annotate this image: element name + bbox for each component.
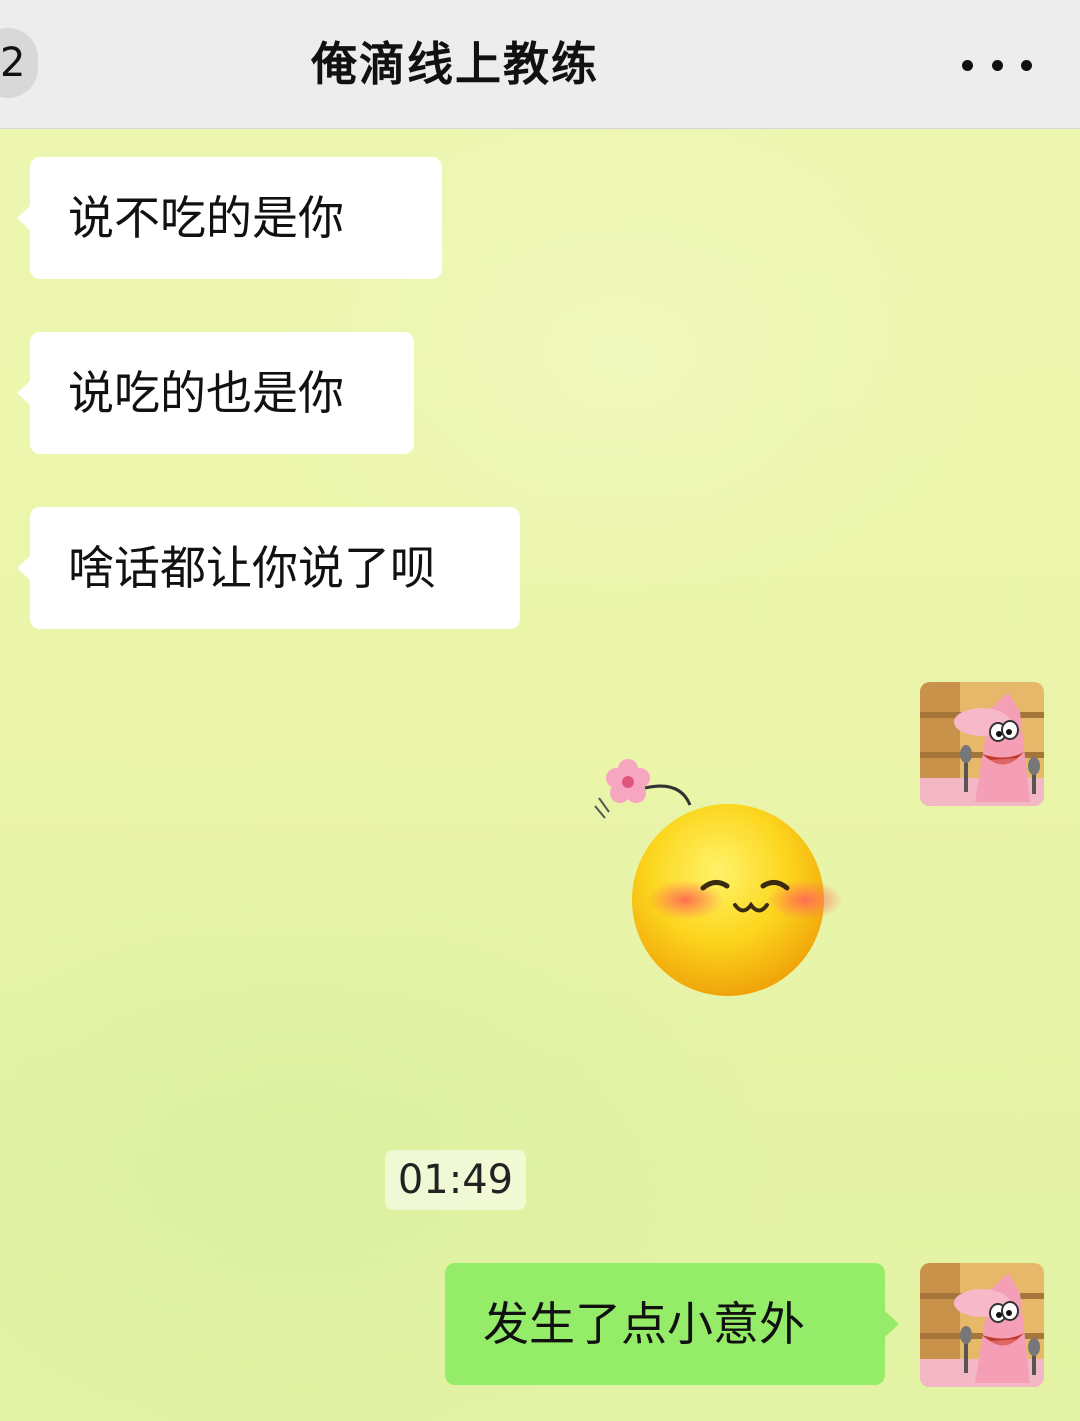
message-bubble-incoming[interactable]: 啥话都让你说了呗 [17,507,520,629]
patrick-star-avatar[interactable] [920,682,1044,806]
dot [962,59,973,71]
dot [991,59,1003,71]
message-bubble-incoming[interactable]: 说吃的也是你 [17,332,414,454]
more-dots-icon[interactable] [962,50,1032,80]
message-bubble-incoming[interactable]: 说不吃的是你 [17,157,442,279]
dot [1021,59,1032,71]
patrick-star-avatar[interactable] [920,1263,1044,1387]
chat-header: 2 俺滴线上教练 [0,0,1080,129]
chat-title: 俺滴线上教练 [311,37,599,91]
message-bubble-outgoing[interactable]: 发生了点小意外 [445,1263,899,1385]
time-stamp: 01:49 [385,1150,526,1210]
chat-screen: 2 俺滴线上教练 说不吃的是你 说吃的也是你 啥话都让你说了呗 01:49 发生… [0,0,1080,1421]
blushing-smile-flower-emoji[interactable] [585,750,855,1010]
